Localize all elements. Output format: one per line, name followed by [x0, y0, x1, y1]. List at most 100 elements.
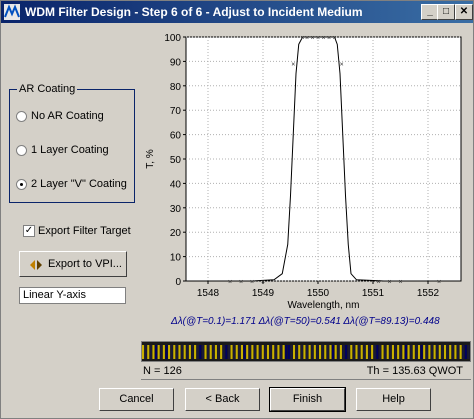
layer-bar [397, 345, 400, 359]
transmission-chart: 0 10 20 30 40 50 60 70 80 90 100 1548 1549 1550 1551 15… [141, 28, 471, 338]
layer-bar [423, 345, 426, 359]
radio-label: 2 Layer "V" Coating [31, 178, 127, 190]
layer-bar [201, 345, 204, 359]
export-to-vpi-label: Export to VPI... [48, 258, 122, 270]
help-button[interactable]: Help [356, 388, 431, 411]
layer-bar [441, 345, 444, 359]
target-mark: × [327, 35, 331, 42]
layer-bar [300, 345, 303, 359]
layer-bar [417, 345, 421, 359]
radio-button-selected-icon[interactable] [16, 179, 27, 190]
layer-bar [279, 345, 283, 359]
layer-bar [404, 345, 407, 359]
export-to-vpi-button[interactable]: Export to VPI... [19, 251, 127, 277]
layer-bar [292, 345, 296, 359]
layer-bar [412, 345, 415, 359]
layer-bar [235, 345, 238, 359]
layer-bar [389, 345, 392, 359]
checkbox-checked-icon[interactable]: ✓ [23, 225, 35, 237]
layer-bar [350, 345, 353, 359]
layer-bar [298, 345, 301, 359]
y-tick-label: 100 [164, 33, 181, 44]
x-tick-label: 1552 [417, 288, 440, 299]
target-mark: × [387, 279, 391, 286]
y-tick-label: 60 [170, 131, 182, 142]
target-mark: × [332, 35, 336, 42]
target-mark: × [316, 35, 320, 42]
layer-bar [371, 345, 374, 359]
layer-bar [365, 345, 368, 359]
layer-bar [165, 345, 168, 359]
layer-bar [248, 345, 251, 359]
layer-bar [358, 345, 361, 359]
target-mark: × [305, 35, 309, 42]
separator [141, 379, 471, 380]
y-tick-label: 0 [175, 277, 181, 288]
layer-bar [204, 345, 207, 359]
layer-bar [227, 345, 230, 359]
layer-bar [376, 345, 379, 359]
close-button[interactable]: ✕ [455, 4, 473, 20]
layer-bar [181, 345, 184, 359]
layer-bar [259, 345, 262, 359]
app-icon [4, 4, 20, 20]
layer-bar [295, 345, 298, 359]
layer-bar [415, 345, 418, 359]
layer-bar [272, 345, 275, 359]
layer-bar [438, 345, 441, 359]
layer-bar [303, 345, 306, 359]
layer-bar [449, 345, 452, 359]
axis-mode-field[interactable]: Linear Y-axis [19, 287, 126, 304]
y-tick-label: 20 [170, 228, 182, 239]
layer-bar [222, 345, 225, 359]
layer-bar [459, 345, 462, 359]
layer-bar [160, 345, 163, 359]
layer-bar [230, 345, 233, 359]
export-filter-target-label: Export Filter Target [38, 225, 131, 237]
layer-bar [306, 345, 309, 359]
layer-bar [217, 345, 220, 359]
radio-button-icon[interactable] [16, 111, 27, 122]
transmission-chart-svg: 0 10 20 30 40 50 60 70 80 90 100 1548 1549 1550 1551 15… [145, 33, 462, 311]
layer-bar [326, 345, 329, 359]
y-tick-label: 50 [170, 155, 182, 166]
layer-bar [274, 345, 277, 359]
ar-coating-label: AR Coating [17, 83, 78, 95]
cancel-button[interactable]: Cancel [99, 388, 174, 411]
x-tick-label: 1551 [362, 288, 385, 299]
layer-bar [162, 345, 165, 359]
bandwidth-readout: Δλ(@T=0.1)=1.171 Δλ(@T=50)=0.541 Δλ(@T=8… [171, 316, 440, 327]
layer-bar [186, 345, 189, 359]
back-button[interactable]: < Back [185, 388, 260, 411]
layer-bar [360, 345, 363, 359]
layer-bar [233, 345, 236, 359]
layer-bar [332, 345, 335, 359]
layer-bar [319, 345, 322, 359]
layer-bar [243, 345, 246, 359]
layer-bar [290, 345, 293, 359]
layer-bar [256, 345, 259, 359]
layer-bar [157, 345, 160, 359]
layer-bar [308, 345, 311, 359]
layer-bar [149, 345, 152, 359]
finish-button[interactable]: Finish [269, 387, 346, 412]
layer-bar [391, 345, 394, 359]
layer-bar [324, 345, 327, 359]
layer-bar [467, 345, 470, 359]
layer-bar [430, 345, 434, 359]
layer-bar [345, 345, 348, 359]
layer-bar [329, 345, 332, 359]
target-mark: × [228, 279, 232, 286]
target-mark: × [398, 279, 402, 286]
layer-bar [246, 345, 249, 359]
maximize-button[interactable]: □ [437, 4, 455, 20]
layer-bar [368, 345, 371, 359]
radio-button-icon[interactable] [16, 145, 27, 156]
layer-bar [175, 345, 178, 359]
target-mark: × [376, 279, 380, 286]
layer-bar [394, 345, 397, 359]
target-mark: × [310, 35, 314, 42]
layer-bar [402, 345, 405, 359]
layer-bar [225, 345, 228, 359]
layer-bar [183, 345, 186, 359]
